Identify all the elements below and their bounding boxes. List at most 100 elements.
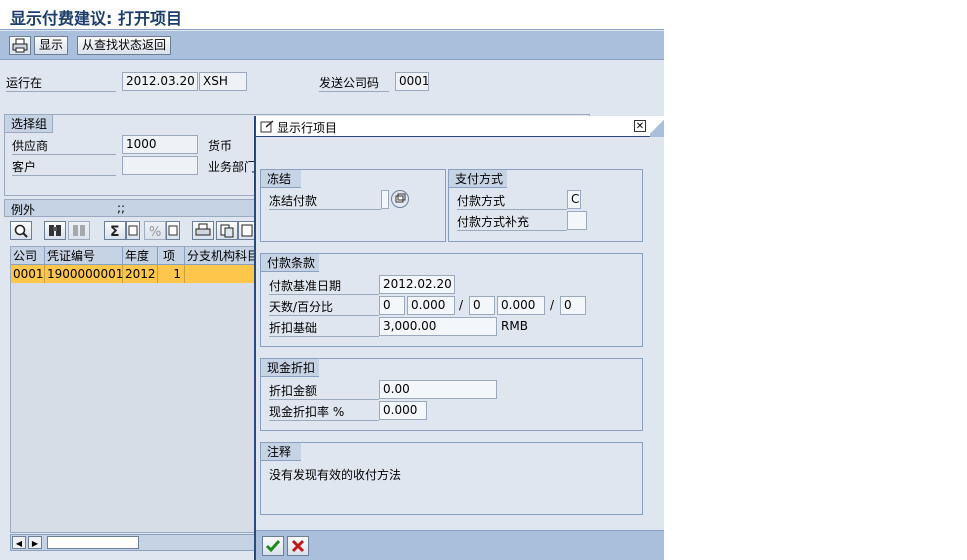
sending-company-field[interactable]: 0001 xyxy=(395,72,429,91)
sigma-icon: Σ xyxy=(110,224,120,240)
percent2-field[interactable]: 0.000 xyxy=(497,296,545,315)
line-item-dialog: 显示行项目 ✕ 冻结 冻结付款 支付方式 付款方式 C 付款方式补充 付款条款 … xyxy=(254,116,664,560)
selection-group-title: 选择组 xyxy=(5,115,53,133)
dialog-icon xyxy=(260,120,274,133)
find-next-icon xyxy=(73,225,85,236)
customer-label: 客户 xyxy=(12,158,116,176)
print-button[interactable] xyxy=(9,36,31,55)
discount-amount-field[interactable]: 0.00 xyxy=(379,380,497,399)
discount-rate-label: 现金折扣率 % xyxy=(269,403,379,421)
scroll-left-icon[interactable]: ◀ xyxy=(12,536,26,549)
days3-field[interactable]: 0 xyxy=(560,296,586,315)
payment-method-group: 支付方式 付款方式 C 付款方式补充 xyxy=(448,169,643,242)
payment-method-field[interactable]: C xyxy=(567,190,581,209)
customer-field[interactable] xyxy=(122,156,198,175)
currency-label: RMB xyxy=(501,319,528,333)
dropdown-icon xyxy=(168,225,178,236)
vendor-label: 供应商 xyxy=(12,137,116,155)
cash-discount-title: 现金折扣 xyxy=(261,359,319,377)
views-icon xyxy=(220,224,234,238)
payment-method-label: 付款方式 xyxy=(457,192,567,210)
freeze-title: 冻结 xyxy=(261,170,301,188)
sending-company-label: 发送公司码 xyxy=(319,74,389,92)
baseline-date-label: 付款基准日期 xyxy=(269,277,379,295)
return-from-search-button[interactable]: 从查找状态返回 xyxy=(77,36,172,55)
svg-text:%: % xyxy=(149,225,161,239)
dropdown-icon xyxy=(128,225,138,236)
run-id-field[interactable]: XSH xyxy=(199,72,247,91)
col-item[interactable]: 项 xyxy=(158,247,185,265)
scroll-right-icon[interactable]: ▶ xyxy=(28,536,42,549)
checkmark-icon xyxy=(265,540,281,553)
dialog-footer xyxy=(256,530,664,560)
run-date-field[interactable]: 2012.03.20 xyxy=(122,72,198,91)
col-branch[interactable]: 分支机构科目 xyxy=(185,247,259,265)
payment-block-field[interactable] xyxy=(381,190,389,209)
find-next-button[interactable] xyxy=(68,221,90,240)
title-corner-decoration xyxy=(650,116,664,137)
payment-method-supplement-field[interactable] xyxy=(567,211,587,230)
payment-block-label: 冻结付款 xyxy=(269,192,381,210)
close-icon[interactable]: ✕ xyxy=(634,120,646,132)
views-button[interactable] xyxy=(216,221,238,240)
notes-group: 注释 没有发现有效的收付方法 xyxy=(260,442,643,515)
grid-header-row: 公司 凭证编号 年度 项 分支机构科目 xyxy=(11,247,259,265)
slash-separator: / xyxy=(550,298,555,312)
baseline-date-field[interactable]: 2012.02.20 xyxy=(379,275,455,294)
col-company[interactable]: 公司 xyxy=(11,247,45,265)
days-percent-label: 天数/百分比 xyxy=(269,298,379,316)
cell-company: 0001 xyxy=(13,265,45,283)
subtotal-icon: % xyxy=(149,225,161,240)
total-button[interactable]: Σ xyxy=(104,221,126,240)
print-list-button[interactable] xyxy=(192,221,214,240)
cancel-button[interactable] xyxy=(287,536,309,556)
exceptions-grid: 公司 凭证编号 年度 项 分支机构科目 0001 1900000001 2012… xyxy=(10,246,259,533)
payment-terms-title: 付款条款 xyxy=(261,254,319,272)
exceptions-suffix: ;; xyxy=(117,201,126,215)
svg-text:Σ: Σ xyxy=(110,224,120,239)
cell-item: 1 xyxy=(158,265,185,283)
slash-separator: / xyxy=(459,298,464,312)
window-title: 显示付费建议: 打开项目 xyxy=(10,9,182,28)
dialog-title-bar: 显示行项目 ✕ xyxy=(256,116,664,137)
discount-base-label: 折扣基础 xyxy=(269,319,379,337)
col-year[interactable]: 年度 xyxy=(123,247,158,265)
freeze-group: 冻结 冻结付款 xyxy=(260,169,446,242)
value-help-icon[interactable] xyxy=(391,190,409,208)
display-button[interactable]: 显示 xyxy=(34,36,69,55)
details-button[interactable] xyxy=(10,221,32,240)
discount-rate-field[interactable]: 0.000 xyxy=(379,401,427,420)
payment-method-supplement-label: 付款方式补充 xyxy=(457,213,567,231)
discount-base-field[interactable]: 3,000.00 xyxy=(379,317,497,336)
scroll-thumb[interactable] xyxy=(47,536,139,549)
days1-field[interactable]: 0 xyxy=(379,296,405,315)
currency-label: 货币 xyxy=(208,139,233,153)
subtotal-button[interactable]: % xyxy=(144,221,166,240)
run-on-label: 运行在 xyxy=(6,74,116,92)
notes-title: 注释 xyxy=(261,443,301,461)
cancel-x-icon xyxy=(291,539,305,553)
horizontal-scrollbar[interactable]: ◀ ▶ xyxy=(10,534,258,551)
payment-terms-group: 付款条款 付款基准日期 2012.02.20 天数/百分比 0 0.000 / … xyxy=(260,253,643,347)
title-bar: 显示付费建议: 打开项目 xyxy=(0,0,664,30)
percent1-field[interactable]: 0.000 xyxy=(407,296,455,315)
find-button[interactable] xyxy=(44,221,66,240)
cash-discount-group: 现金折扣 折扣金额 0.00 现金折扣率 % 0.000 xyxy=(260,358,643,431)
payment-method-title: 支付方式 xyxy=(449,170,507,188)
application-toolbar: 显示 从查找状态返回 xyxy=(0,31,664,60)
export-icon xyxy=(241,224,253,237)
confirm-button[interactable] xyxy=(262,536,284,556)
dialog-title: 显示行项目 xyxy=(277,121,338,135)
total-dropdown-button[interactable] xyxy=(126,221,140,240)
cell-year: 2012 xyxy=(123,265,158,283)
col-doc-no[interactable]: 凭证编号 xyxy=(45,247,123,265)
discount-amount-label: 折扣金额 xyxy=(269,382,379,400)
table-row[interactable]: 0001 1900000001 2012 1 xyxy=(11,265,259,283)
business-area-label: 业务部门 xyxy=(208,160,257,174)
cell-branch xyxy=(185,265,259,283)
printer-icon xyxy=(12,38,28,53)
subtotal-dropdown-button[interactable] xyxy=(166,221,180,240)
days2-field[interactable]: 0 xyxy=(469,296,495,315)
vendor-field[interactable]: 1000 xyxy=(122,135,198,154)
notes-text: 没有发现有效的收付方法 xyxy=(269,468,402,482)
